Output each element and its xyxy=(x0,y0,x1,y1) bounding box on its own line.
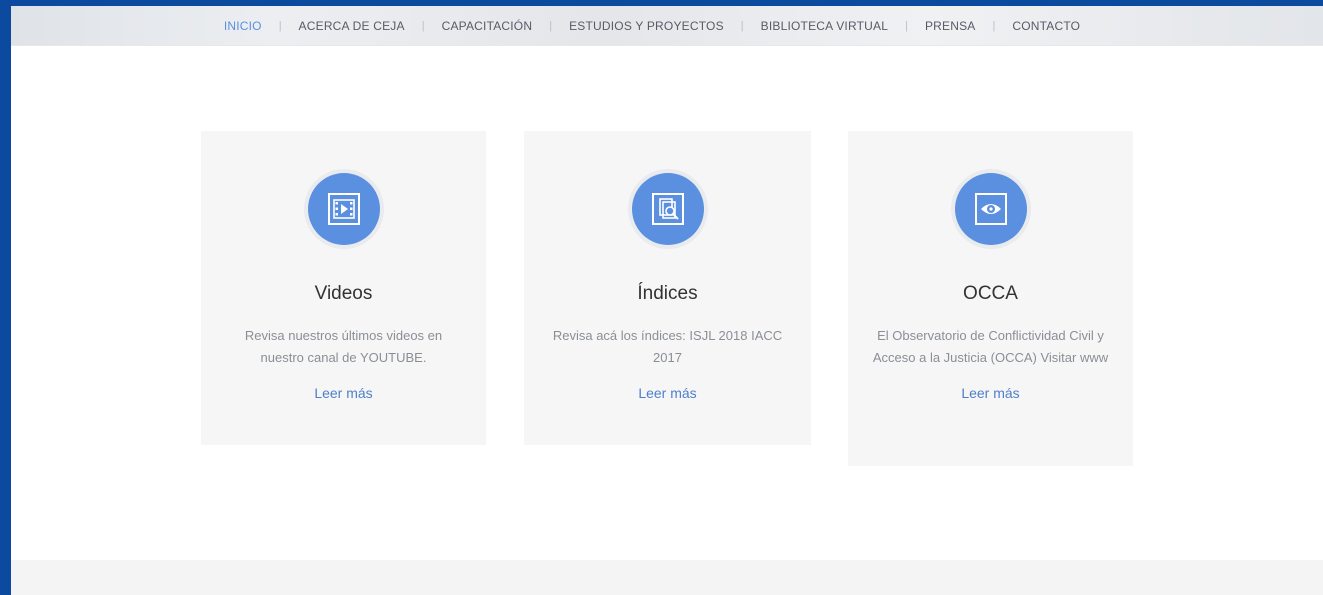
eye-icon[interactable] xyxy=(954,173,1027,245)
read-more-link[interactable]: Leer más xyxy=(961,385,1019,401)
card-title: Índices xyxy=(637,283,698,304)
card-occa: OCCA El Observatorio de Conflictividad C… xyxy=(848,131,1133,466)
nav-item-acerca-de-ceja[interactable]: ACERCA DE CEJA xyxy=(299,19,405,33)
card-title: Videos xyxy=(314,283,373,304)
nav-item-estudios-y-proyectos[interactable]: ESTUDIOS Y PROYECTOS xyxy=(569,19,724,33)
nav-separator: | xyxy=(278,19,282,32)
nav-separator: | xyxy=(740,19,744,32)
card-description: Revisa acá los índices: ISJL 2018 IACC 2… xyxy=(552,328,783,365)
page: INICIO | ACERCA DE CEJA | CAPACITACIÓN |… xyxy=(11,6,1323,595)
card-videos: Videos Revisa nuestros últimos videos en… xyxy=(201,131,486,445)
icon-ring xyxy=(303,169,384,249)
nav-item-inicio[interactable]: INICIO xyxy=(224,19,262,33)
icon-ring xyxy=(950,169,1031,249)
nav-item-contacto[interactable]: CONTACTO xyxy=(1012,19,1080,33)
nav-separator: | xyxy=(992,19,996,32)
nav-item-capacitacion[interactable]: CAPACITACIÓN xyxy=(442,19,533,33)
card-indices: Índices Revisa acá los índices: ISJL 201… xyxy=(524,131,811,445)
card-description: El Observatorio de Conflictividad Civil … xyxy=(872,328,1109,365)
read-more-link[interactable]: Leer más xyxy=(638,385,696,401)
nav-list: INICIO | ACERCA DE CEJA | CAPACITACIÓN |… xyxy=(224,19,1080,33)
footer-band xyxy=(11,560,1323,595)
document-search-icon[interactable] xyxy=(631,173,704,245)
nav-item-prensa[interactable]: PRENSA xyxy=(925,19,976,33)
card-title: OCCA xyxy=(963,283,1018,304)
nav-separator: | xyxy=(549,19,553,32)
nav-separator: | xyxy=(421,19,425,32)
card-description: Revisa nuestros últimos videos en nuestr… xyxy=(244,328,443,365)
icon-ring xyxy=(627,169,708,249)
nav-separator: | xyxy=(905,19,908,32)
main-navbar: INICIO | ACERCA DE CEJA | CAPACITACIÓN |… xyxy=(11,6,1323,46)
window-frame-left xyxy=(0,0,11,595)
read-more-link[interactable]: Leer más xyxy=(314,385,372,401)
nav-item-biblioteca-virtual[interactable]: BIBLIOTECA VIRTUAL xyxy=(761,19,888,33)
video-icon[interactable] xyxy=(307,173,380,245)
